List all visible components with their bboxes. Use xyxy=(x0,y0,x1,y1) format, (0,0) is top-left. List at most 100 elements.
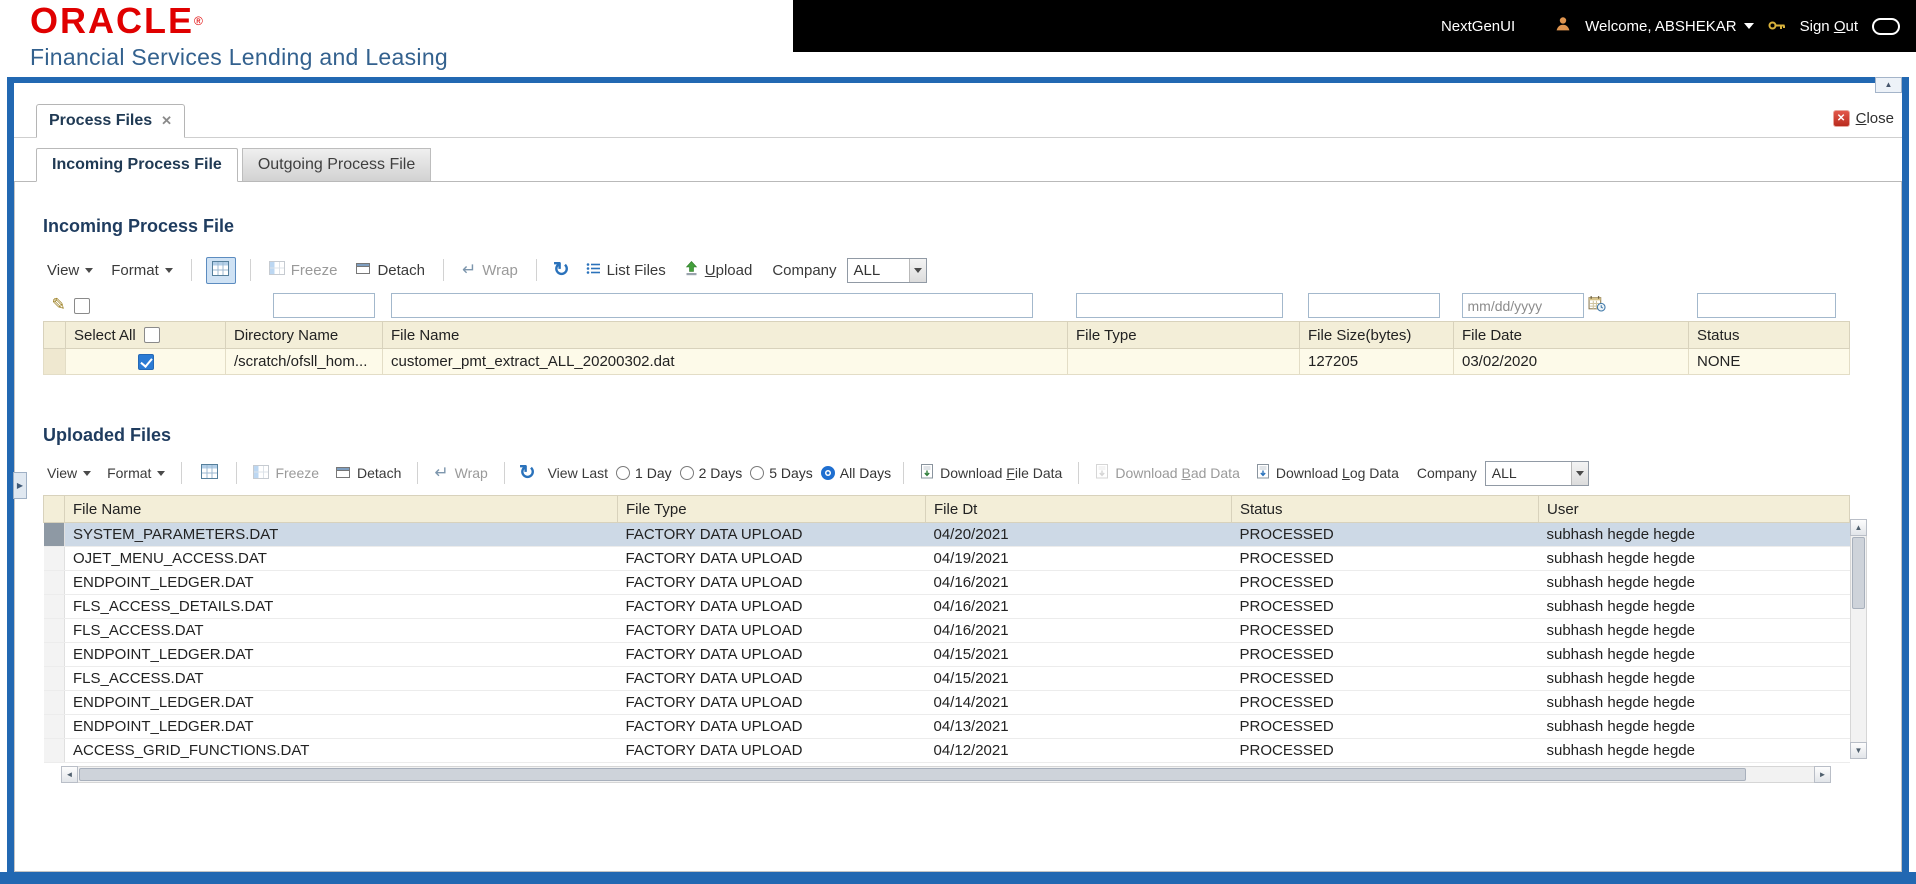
table-row[interactable]: ENDPOINT_LEDGER.DAT FACTORY DATA UPLOAD 04… xyxy=(43,690,1850,715)
download-file-data-button[interactable]: Download File Data xyxy=(916,461,1066,485)
column-header[interactable]: File Name xyxy=(64,495,618,523)
row-selector[interactable] xyxy=(43,666,65,691)
vertical-scroll-track[interactable] xyxy=(1850,536,1867,742)
company-select[interactable]: ALL xyxy=(1484,460,1589,486)
welcome-label: Welcome, ABSHEKAR xyxy=(1585,17,1737,35)
upload-button[interactable]: Upload xyxy=(680,258,757,283)
cell-status: PROCESSED xyxy=(1231,570,1539,595)
table-row[interactable]: ENDPOINT_LEDGER.DAT FACTORY DATA UPLOAD 04… xyxy=(43,714,1850,739)
column-header[interactable]: File Type xyxy=(617,495,926,523)
scroll-right-icon: ► xyxy=(1818,770,1827,779)
filter-filesize-input[interactable] xyxy=(1307,293,1440,318)
row-selector[interactable] xyxy=(43,546,65,571)
filter-select-checkbox[interactable] xyxy=(73,298,90,315)
row-selector[interactable] xyxy=(43,348,66,375)
table-row[interactable]: ACCESS_GRID_FUNCTIONS.DAT FACTORY DATA UP… xyxy=(43,738,1850,763)
row-selector[interactable] xyxy=(43,570,65,595)
wrap-button[interactable]: ↵ Wrap xyxy=(430,462,491,484)
row-selector[interactable] xyxy=(43,714,65,739)
query-by-example-button[interactable] xyxy=(205,256,236,284)
grid-filter-icon xyxy=(212,260,230,280)
tab-close-icon[interactable]: ✕ xyxy=(161,113,172,129)
table-row[interactable]: FLS_ACCESS_DETAILS.DAT FACTORY DATA UPLOA… xyxy=(43,594,1850,619)
filter-status-input[interactable] xyxy=(1696,293,1836,318)
horizontal-scroll-thumb[interactable] xyxy=(79,768,1746,781)
horizontal-scroll-track[interactable] xyxy=(78,766,1814,783)
wrap-icon: ↵ xyxy=(461,260,477,279)
table-row[interactable]: FLS_ACCESS.DAT FACTORY DATA UPLOAD 04/16/2… xyxy=(43,618,1850,643)
scroll-down-button[interactable]: ▼ xyxy=(1850,742,1867,759)
scroll-left-button[interactable]: ◄ xyxy=(61,766,78,783)
column-header[interactable]: User xyxy=(1538,495,1850,523)
panel-scroll-up-button[interactable]: ▲ xyxy=(1875,77,1902,93)
freeze-button[interactable]: Freeze xyxy=(249,462,323,485)
filter-filetype-input[interactable] xyxy=(1075,293,1283,318)
scroll-right-button[interactable]: ► xyxy=(1814,766,1831,783)
radio-option-5-days[interactable]: 5 Days xyxy=(750,465,813,481)
view-menu-button[interactable]: View xyxy=(43,259,97,282)
download-bad-data-button[interactable]: Download Bad Data xyxy=(1091,461,1244,485)
refresh-button[interactable]: ↻ xyxy=(551,260,572,280)
radio-option-1-day[interactable]: 1 Day xyxy=(616,465,672,481)
column-header[interactable]: Status xyxy=(1688,321,1850,349)
nextgenui-link[interactable]: NextGenUI xyxy=(1441,18,1515,35)
wrap-button[interactable]: ↵ Wrap xyxy=(458,259,522,282)
column-header[interactable]: File Date xyxy=(1453,321,1689,349)
close-button[interactable]: ✕ Close xyxy=(1832,110,1894,127)
power-icon[interactable] xyxy=(1872,17,1900,35)
view-menu-button[interactable]: View xyxy=(43,462,95,484)
table-row[interactable]: SYSTEM_PARAMETERS.DAT FACTORY DATA UPLOAD… xyxy=(43,522,1850,547)
format-menu-button[interactable]: Format xyxy=(103,462,169,484)
row-selector[interactable] xyxy=(43,690,65,715)
scroll-up-button[interactable]: ▲ xyxy=(1850,519,1867,536)
company-select[interactable]: ALL xyxy=(846,257,927,283)
table-row[interactable]: /scratch/ofsll_hom... customer_pmt_extra… xyxy=(43,348,1850,375)
horizontal-scrollbar[interactable]: ◄ ► xyxy=(61,766,1831,783)
row-selector[interactable] xyxy=(43,642,65,667)
filter-directory-input[interactable] xyxy=(272,293,375,318)
row-select-checkbox[interactable] xyxy=(137,354,154,371)
freeze-button[interactable]: Freeze xyxy=(265,258,342,282)
detach-button[interactable]: Detach xyxy=(351,258,429,282)
side-panel-expander[interactable]: ▶ xyxy=(13,472,27,499)
row-selector[interactable] xyxy=(43,522,65,547)
select-all-checkbox[interactable] xyxy=(143,327,160,343)
radio-option-2-days[interactable]: 2 Days xyxy=(679,465,742,481)
column-header[interactable]: Directory Name xyxy=(225,321,383,349)
column-header[interactable]: File Size(bytes) xyxy=(1299,321,1454,349)
welcome-user-menu[interactable]: Welcome, ABSHEKAR xyxy=(1585,17,1754,35)
download-log-data-button[interactable]: Download Log Data xyxy=(1252,461,1403,485)
filter-filename-input[interactable] xyxy=(390,293,1033,318)
tab-incoming-process-file[interactable]: Incoming Process File xyxy=(36,148,238,182)
tab-process-files[interactable]: Process Files ✕ xyxy=(36,104,186,138)
list-files-button[interactable]: List Files xyxy=(582,259,670,282)
table-row[interactable]: OJET_MENU_ACCESS.DAT FACTORY DATA UPLOAD 0… xyxy=(43,546,1850,571)
filter-filedate-input[interactable] xyxy=(1461,293,1585,318)
column-header[interactable]: File Dt xyxy=(925,495,1232,523)
date-picker-icon[interactable] xyxy=(1588,295,1606,316)
radio-option-all-days[interactable]: All Days xyxy=(820,465,891,481)
sign-out-link[interactable]: Sign Out xyxy=(1800,18,1858,35)
tab-outgoing-process-file[interactable]: Outgoing Process File xyxy=(241,148,432,181)
vertical-scroll-thumb[interactable] xyxy=(1852,537,1865,609)
refresh-button[interactable]: ↻ xyxy=(517,463,538,483)
column-header[interactable]: File Name xyxy=(382,321,1068,349)
detach-icon xyxy=(335,465,351,482)
table-row[interactable]: ENDPOINT_LEDGER.DAT FACTORY DATA UPLOAD 04… xyxy=(43,570,1850,595)
table-row[interactable]: FLS_ACCESS.DAT FACTORY DATA UPLOAD 04/15/2… xyxy=(43,666,1850,691)
detach-button[interactable]: Detach xyxy=(331,462,405,485)
column-header[interactable]: File Type xyxy=(1067,321,1300,349)
query-by-example-button[interactable] xyxy=(194,460,224,487)
edit-filter-icon[interactable]: ✎ xyxy=(52,295,66,314)
format-menu-button[interactable]: Format xyxy=(107,259,177,282)
row-selector[interactable] xyxy=(43,594,65,619)
vertical-scrollbar[interactable]: ▲ ▼ xyxy=(1850,519,1867,759)
column-header-select-all[interactable]: Select All xyxy=(65,321,226,349)
cell-file-type: FACTORY DATA UPLOAD xyxy=(617,570,926,595)
column-header[interactable]: Status xyxy=(1231,495,1539,523)
cell-file-type: FACTORY DATA UPLOAD xyxy=(617,714,926,739)
table-row[interactable]: ENDPOINT_LEDGER.DAT FACTORY DATA UPLOAD 04… xyxy=(43,642,1850,667)
row-selector[interactable] xyxy=(43,618,65,643)
row-selector[interactable] xyxy=(43,738,65,763)
refresh-icon: ↻ xyxy=(552,259,570,281)
